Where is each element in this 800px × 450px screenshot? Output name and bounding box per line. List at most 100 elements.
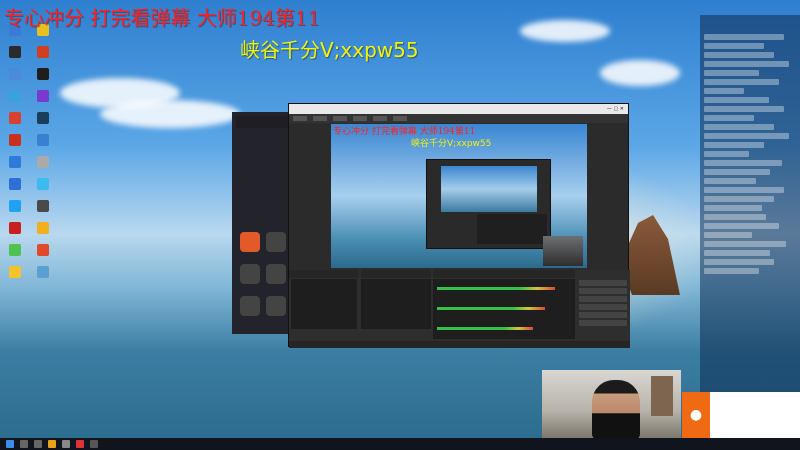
- stream-headline-overlay: 专心冲分 打完看弹幕 大师194第11: [4, 6, 321, 30]
- chat-header: [700, 15, 800, 29]
- nested-obs-capture: [426, 159, 551, 249]
- app-icon: [9, 112, 21, 124]
- chat-message: [704, 142, 764, 148]
- desktop-icon[interactable]: [30, 222, 56, 234]
- desktop-icon[interactable]: [2, 266, 28, 278]
- obs-title-bar: — ▢ ✕: [289, 104, 628, 114]
- obs-menu-bar: [289, 114, 628, 123]
- audio-mixer: [433, 279, 575, 339]
- tool-button[interactable]: [240, 296, 260, 316]
- desktop-icon[interactable]: [30, 200, 56, 212]
- chat-message: [704, 268, 759, 274]
- preview-subline-overlay: 峡谷千分V;xxpw55: [411, 139, 492, 149]
- chat-message: [704, 187, 784, 193]
- desktop-icon[interactable]: [2, 244, 28, 256]
- desktop-icon[interactable]: [2, 222, 28, 234]
- desktop-icon[interactable]: [2, 112, 28, 124]
- obs-menu-item[interactable]: [313, 116, 327, 121]
- streamer-person: [592, 380, 640, 438]
- app-icon: [37, 244, 49, 256]
- desktop-icon[interactable]: [30, 156, 56, 168]
- chat-message: [704, 43, 764, 49]
- tool-button[interactable]: [240, 264, 260, 284]
- desktop-icon[interactable]: [30, 90, 56, 102]
- desktop-icon[interactable]: [30, 244, 56, 256]
- app-icon: [37, 200, 49, 212]
- chat-message: [704, 70, 759, 76]
- tool-button[interactable]: [266, 232, 286, 252]
- app-icon[interactable]: [76, 440, 84, 448]
- tool-button[interactable]: [266, 264, 286, 284]
- app-icon: [9, 244, 21, 256]
- chat-message: [704, 205, 762, 211]
- broadcast-icon: ●: [682, 392, 710, 438]
- obs-menu-item[interactable]: [353, 116, 367, 121]
- app-icon: [37, 156, 49, 168]
- webcam-background-door: [651, 376, 673, 416]
- desktop-icon[interactable]: [2, 134, 28, 146]
- desktop-icon[interactable]: [30, 46, 56, 58]
- app-icon[interactable]: [62, 440, 70, 448]
- audio-meter: [437, 287, 555, 290]
- chat-message: [704, 214, 766, 220]
- wallpaper-cloud: [520, 20, 610, 42]
- chat-message: [704, 115, 754, 121]
- app-icon: [37, 222, 49, 234]
- taskview-icon[interactable]: [34, 440, 42, 448]
- window-controls[interactable]: — ▢ ✕: [607, 106, 624, 112]
- desktop-icon[interactable]: [30, 266, 56, 278]
- sources-list[interactable]: [361, 279, 431, 329]
- tool-button[interactable]: [266, 296, 286, 316]
- desktop-icon[interactable]: [30, 112, 56, 124]
- start-icon[interactable]: [6, 440, 14, 448]
- desktop-icon[interactable]: [30, 68, 56, 80]
- desktop-icon[interactable]: [2, 178, 28, 190]
- nested-mixer: [477, 214, 547, 244]
- desktop-icon[interactable]: [30, 134, 56, 146]
- app-icon: [9, 178, 21, 190]
- app-icon: [37, 90, 49, 102]
- control-button[interactable]: [579, 304, 627, 310]
- desktop-icon[interactable]: [2, 68, 28, 80]
- app-icon[interactable]: [90, 440, 98, 448]
- control-button[interactable]: [579, 312, 627, 318]
- obs-menu-item[interactable]: [333, 116, 347, 121]
- search-icon[interactable]: [20, 440, 28, 448]
- obs-menu-item[interactable]: [293, 116, 307, 121]
- obs-menu-item[interactable]: [373, 116, 387, 121]
- obs-menu-item[interactable]: [393, 116, 407, 121]
- obs-status-bar: [289, 341, 630, 348]
- notification-toast[interactable]: ●: [682, 392, 800, 438]
- chat-message: [704, 88, 744, 94]
- control-button[interactable]: [579, 288, 627, 294]
- chat-message: [704, 232, 752, 238]
- app-icon: [9, 200, 21, 212]
- desktop-icon-grid: [2, 24, 58, 278]
- scenes-list[interactable]: [291, 279, 357, 329]
- audio-mixer-header: [433, 270, 575, 278]
- desktop-icon[interactable]: [2, 90, 28, 102]
- control-button[interactable]: [579, 296, 627, 302]
- obs-preview-canvas[interactable]: 专心冲分 打完看弹幕 大师194第11 峡谷千分V;xxpw55: [331, 124, 587, 268]
- app-icon: [37, 266, 49, 278]
- app-icon: [9, 68, 21, 80]
- nested-preview: [441, 166, 537, 212]
- control-button[interactable]: [579, 320, 627, 326]
- audio-meter: [437, 307, 545, 310]
- desktop-icon[interactable]: [2, 200, 28, 212]
- app-icon[interactable]: [48, 440, 56, 448]
- live-button[interactable]: [240, 232, 260, 252]
- desktop-icon[interactable]: [2, 46, 28, 58]
- chat-message: [704, 52, 774, 58]
- preview-face-cam: [543, 236, 583, 266]
- stream-subline-overlay: 峡谷千分V;xxpw55: [240, 38, 419, 62]
- app-icon: [37, 46, 49, 58]
- control-button[interactable]: [579, 280, 627, 286]
- desktop-icon[interactable]: [2, 156, 28, 168]
- danmaku-chat-panel: [700, 15, 800, 435]
- chat-message: [704, 133, 789, 139]
- app-icon: [9, 46, 21, 58]
- chat-message: [704, 124, 774, 130]
- taskbar: [0, 438, 800, 450]
- desktop-icon[interactable]: [30, 178, 56, 190]
